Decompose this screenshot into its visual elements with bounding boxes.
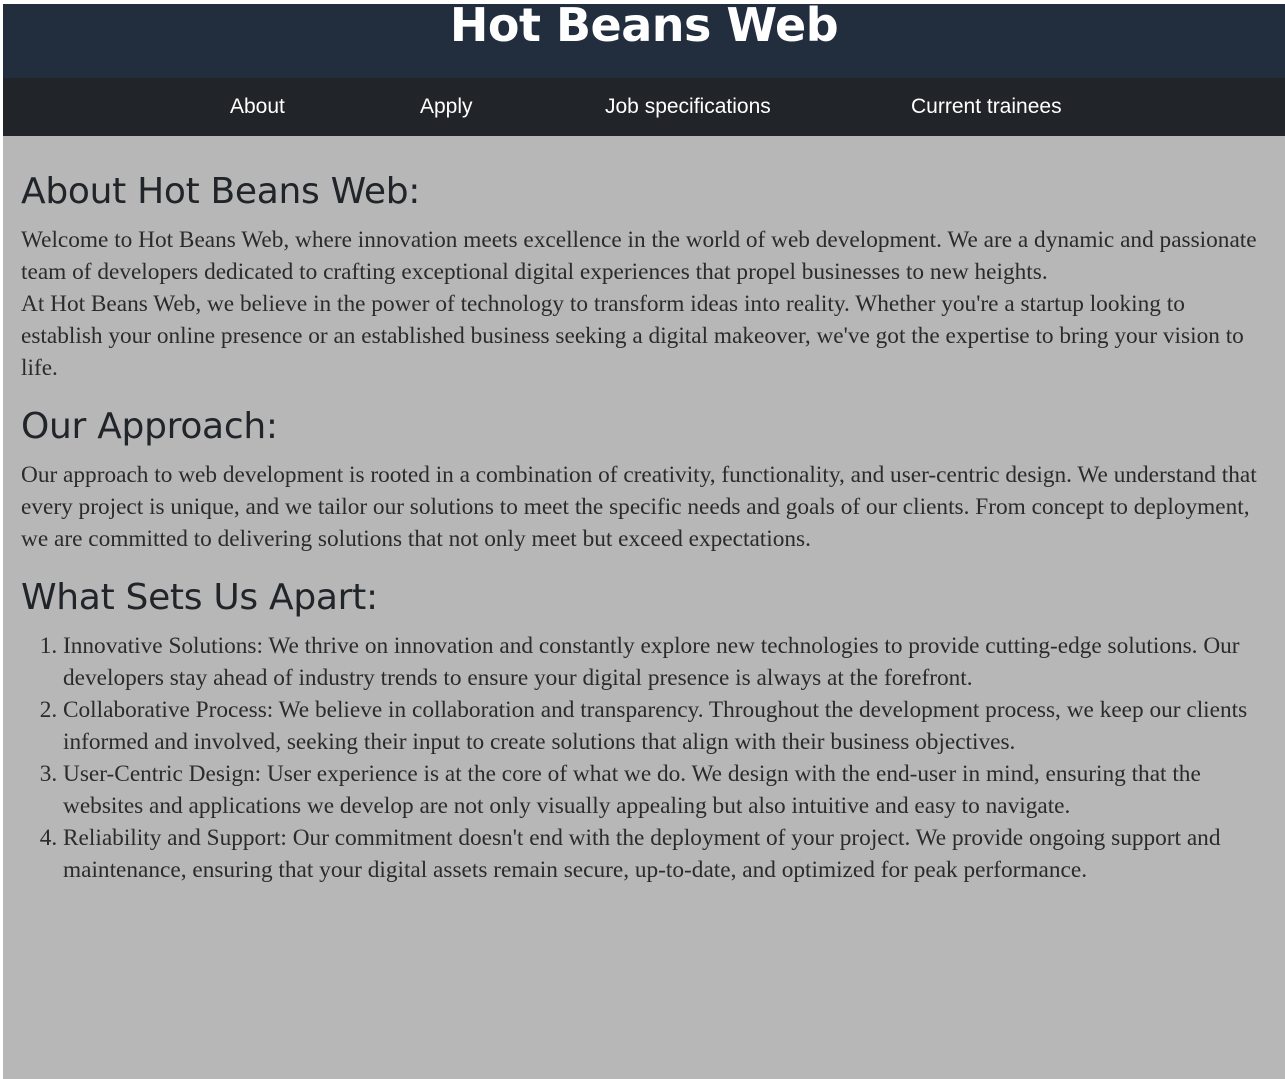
approach-paragraph: Our approach to web development is roote… (21, 462, 1257, 552)
site-title: Hot Beans Web (449, 4, 839, 52)
about-paragraph-2: At Hot Beans Web, we believe in the powe… (21, 291, 1244, 381)
site-header: Hot Beans Web (3, 4, 1285, 78)
list-item: User-Centric Design: User experience is … (63, 758, 1267, 822)
section-what-sets-us-apart: What Sets Us Apart: Innovative Solutions… (21, 576, 1267, 886)
section-about: About Hot Beans Web: Welcome to Hot Bean… (21, 170, 1267, 384)
nav-link-job-specifications[interactable]: Job specifications (605, 78, 771, 136)
main-nav: About Apply Job specifications Current t… (3, 78, 1285, 136)
main-content: About Hot Beans Web: Welcome to Hot Bean… (3, 170, 1285, 886)
about-paragraph-1: Welcome to Hot Beans Web, where innovati… (21, 227, 1257, 285)
list-item: Collaborative Process: We believe in col… (63, 694, 1267, 758)
approach-heading: Our Approach: (21, 406, 278, 447)
nav-link-apply[interactable]: Apply (420, 78, 473, 136)
apart-list: Innovative Solutions: We thrive on innov… (21, 630, 1267, 886)
list-item: Reliability and Support: Our commitment … (63, 822, 1267, 886)
nav-link-current-trainees[interactable]: Current trainees (911, 78, 1062, 136)
page-frame: Hot Beans Web About Apply Job specificat… (3, 4, 1285, 1079)
nav-link-about[interactable]: About (230, 78, 285, 136)
apart-heading: What Sets Us Apart: (21, 577, 378, 618)
about-heading: About Hot Beans Web: (21, 171, 421, 212)
section-approach: Our Approach: Our approach to web develo… (21, 405, 1267, 555)
list-item: Innovative Solutions: We thrive on innov… (63, 630, 1267, 694)
